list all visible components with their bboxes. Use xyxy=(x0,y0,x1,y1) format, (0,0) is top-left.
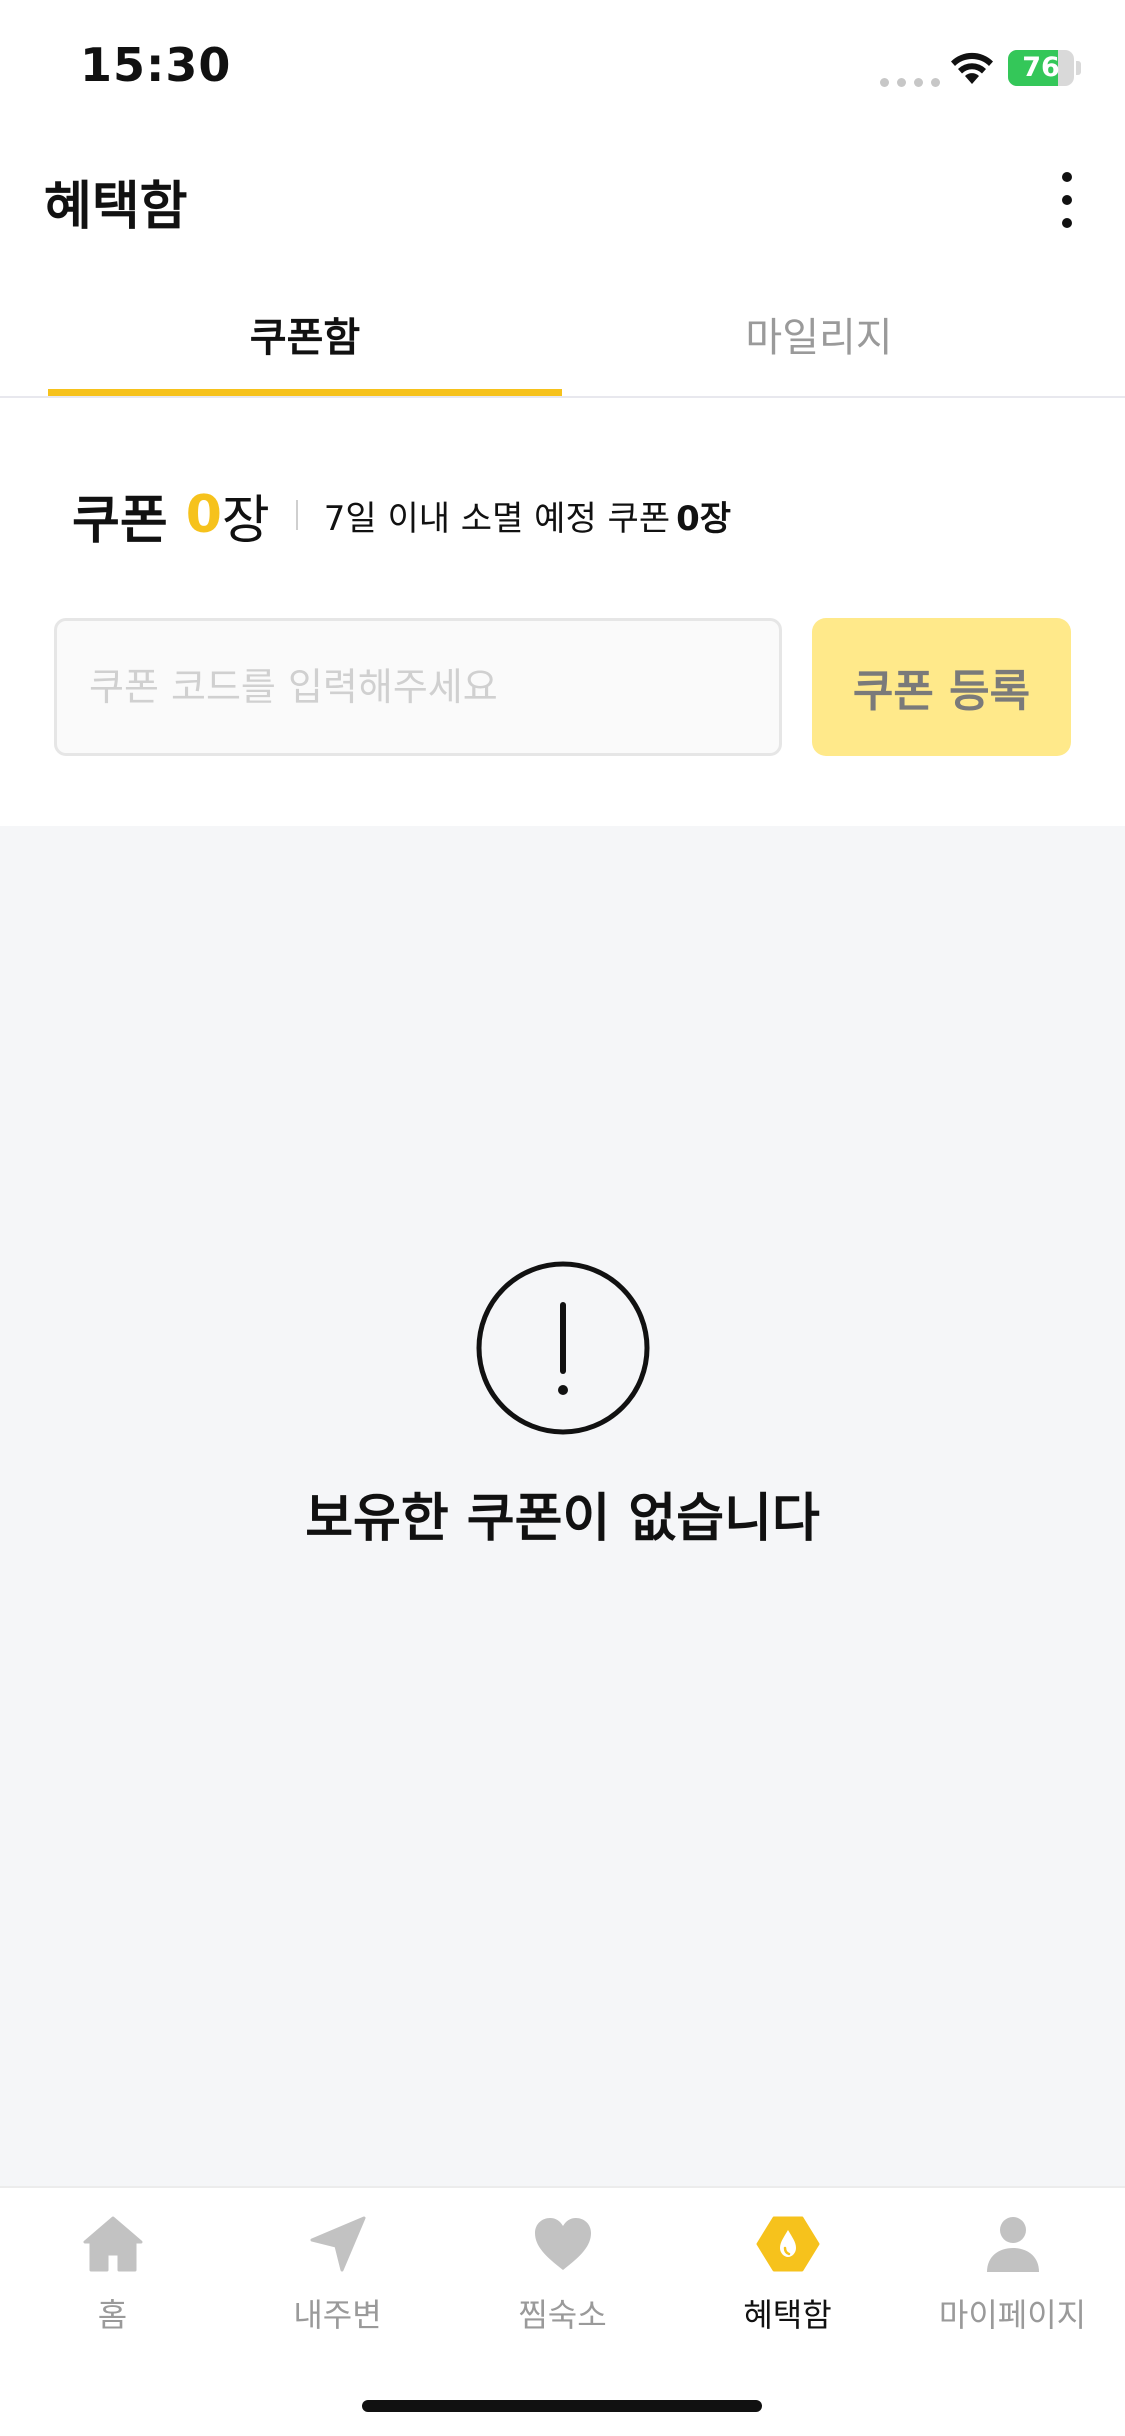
coupon-list-area: 보유한 쿠폰이 없습니다 xyxy=(0,826,1125,2186)
coupon-count-unit: 장 xyxy=(221,490,270,551)
empty-state-message: 보유한 쿠폰이 없습니다 xyxy=(305,1489,820,1549)
heart-icon xyxy=(534,2218,591,2270)
coupon-count: 0 xyxy=(185,485,222,545)
coupon-summary: 쿠폰 0 장 7일 이내 소멸 예정 쿠폰 0장 xyxy=(72,480,732,551)
cellular-signal-icon xyxy=(880,78,940,87)
wifi-icon xyxy=(951,52,993,84)
page-title: 혜택함 xyxy=(44,177,188,237)
nav-benefits[interactable]: 혜택함 xyxy=(675,2212,900,2372)
battery-level: 76 xyxy=(1022,52,1060,83)
benefit-hexagon-icon xyxy=(756,2216,819,2272)
exclamation-circle-icon xyxy=(476,1261,650,1435)
register-coupon-button[interactable]: 쿠폰 등록 xyxy=(812,618,1071,756)
nav-nearby[interactable]: 내주변 xyxy=(225,2212,450,2372)
header: 혜택함 xyxy=(0,140,1125,250)
status-time: 15:30 xyxy=(80,38,232,92)
nav-label-home: 홈 xyxy=(97,2296,128,2334)
active-tab-indicator xyxy=(48,389,562,396)
more-options-button[interactable] xyxy=(1037,160,1097,240)
bottom-navigation: 홈 내주변 찜숙소 혜택함 마이페이지 xyxy=(0,2186,1125,2436)
summary-divider xyxy=(295,500,298,530)
coupon-code-input[interactable] xyxy=(54,618,782,756)
nav-label-saved-stays: 찜숙소 xyxy=(518,2296,607,2334)
expiring-coupons-count: 0장 xyxy=(676,498,732,539)
tab-mileage[interactable]: 마일리지 xyxy=(562,285,1076,396)
home-indicator xyxy=(362,2400,762,2412)
nav-my-page[interactable]: 마이페이지 xyxy=(900,2212,1125,2372)
coupon-count-label: 쿠폰 xyxy=(72,490,168,551)
nav-saved-stays[interactable]: 찜숙소 xyxy=(450,2212,675,2372)
nav-home[interactable]: 홈 xyxy=(0,2212,225,2372)
home-icon xyxy=(83,2216,142,2272)
location-arrow-icon xyxy=(310,2216,365,2272)
nav-label-benefits: 혜택함 xyxy=(743,2296,832,2334)
tab-bar: 쿠폰함 마일리지 xyxy=(0,285,1125,398)
nav-label-nearby: 내주변 xyxy=(293,2296,382,2334)
tab-coupons[interactable]: 쿠폰함 xyxy=(48,285,562,396)
expiring-coupons-label: 7일 이내 소멸 예정 쿠폰 xyxy=(323,498,671,539)
nav-label-my-page: 마이페이지 xyxy=(938,2296,1087,2334)
battery-icon: 76 xyxy=(1008,50,1081,86)
more-vertical-icon xyxy=(1062,172,1072,182)
status-bar: 15:30 76 xyxy=(0,0,1125,140)
person-icon xyxy=(986,2217,1039,2272)
